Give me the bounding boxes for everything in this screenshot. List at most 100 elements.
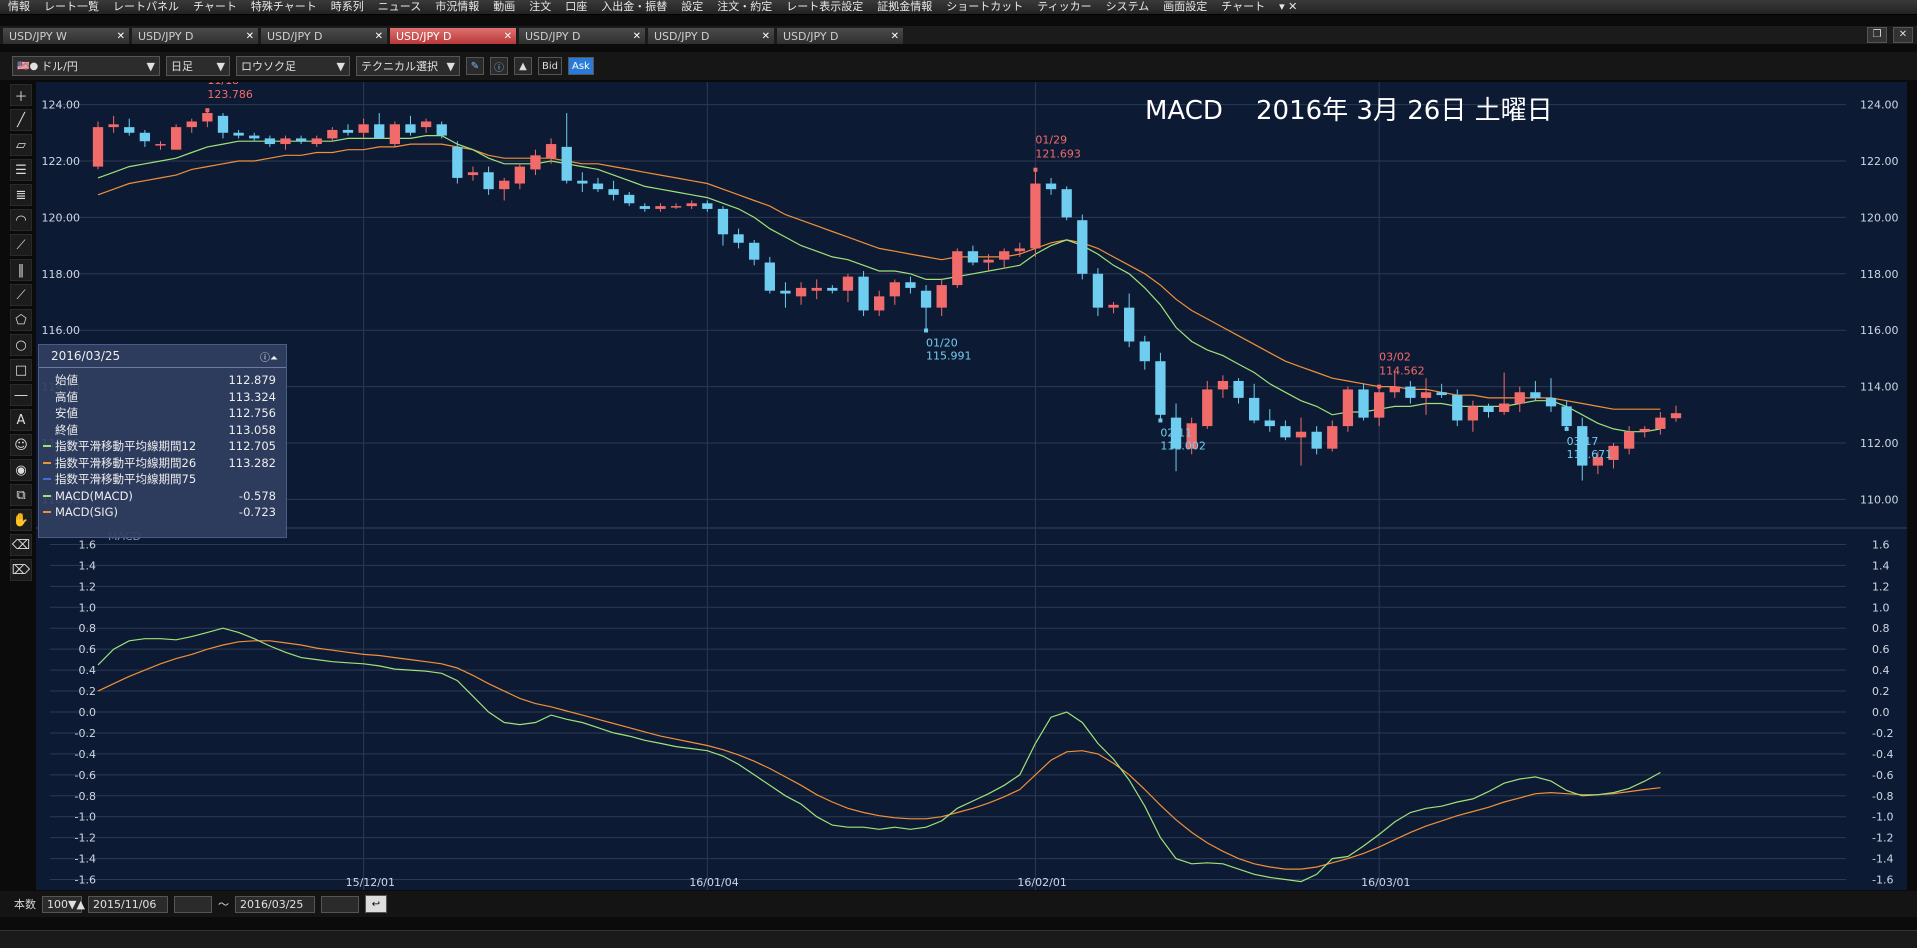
status-bar xyxy=(0,930,1917,948)
area-chart-icon[interactable]: ▲ xyxy=(514,57,532,75)
close-window-icon[interactable]: ✕ xyxy=(1893,27,1913,43)
chart-tab[interactable]: USD/JPY D ✕ xyxy=(132,28,258,44)
menu-item[interactable]: 情報 xyxy=(0,0,36,14)
ask-button[interactable]: Ask xyxy=(568,57,594,75)
candle-body xyxy=(717,208,729,235)
menu-more-icon[interactable]: ▾ ✕ xyxy=(1271,0,1303,14)
menu-item[interactable]: 時系列 xyxy=(323,0,370,14)
line-icon[interactable]: ― xyxy=(10,384,32,406)
currency-pair-select[interactable]: 🇺🇸● ドル/円 ▼ xyxy=(12,56,160,76)
menu-item[interactable]: 入出金・振替 xyxy=(593,0,673,14)
gann-icon[interactable]: ⟋ xyxy=(10,284,32,306)
horizontal-lines-icon[interactable]: ☰ xyxy=(10,159,32,181)
candle-body xyxy=(1327,426,1338,449)
menu-item[interactable]: チャート xyxy=(1213,0,1271,14)
candle-body xyxy=(311,138,322,145)
technical-select[interactable]: テクニカル選択 ▼ xyxy=(356,56,460,76)
chart-tab[interactable]: USD/JPY D ✕ xyxy=(777,28,903,44)
date-tick-label: 15/12/01 xyxy=(346,876,395,889)
eraser-all-icon[interactable]: ⌦ xyxy=(10,559,32,581)
chevron-down-icon[interactable]: ▼▲ xyxy=(68,898,85,911)
menu-item[interactable]: ショートカット xyxy=(938,0,1029,14)
candle-body xyxy=(686,203,697,207)
macd-tick-left: -0.8 xyxy=(75,790,96,803)
candle-body xyxy=(827,287,838,291)
trendline-icon[interactable]: ╱ xyxy=(10,109,32,131)
period-select[interactable]: 日足 ▼ xyxy=(166,56,230,76)
range-bar: 本数 100 ▼▲ 2015/11/06 ～ 2016/03/25 ↩ xyxy=(0,891,1917,917)
chart-tab[interactable]: USD/JPY D ✕ xyxy=(261,28,387,44)
info-row: 指数平滑移動平均線期間12 112.705 xyxy=(39,438,286,455)
menu-item[interactable]: 動画 xyxy=(485,0,521,14)
fan-icon[interactable]: ⟋ xyxy=(10,234,32,256)
menu-item[interactable]: 設定 xyxy=(673,0,709,14)
menu-item[interactable]: 特殊チャート xyxy=(243,0,323,14)
candle-body xyxy=(1202,389,1213,427)
close-tab-icon[interactable]: ✕ xyxy=(375,31,383,42)
candle-body xyxy=(1155,361,1166,415)
fibonacci-icon[interactable]: ≣ xyxy=(10,184,32,206)
annotation-date: 01/29 xyxy=(1035,134,1067,147)
emoji-icon[interactable]: ☺ xyxy=(10,434,32,456)
copy-icon[interactable]: ⧉ xyxy=(10,484,32,506)
menu-item[interactable]: 画面設定 xyxy=(1155,0,1213,14)
menu-item[interactable]: ニュース xyxy=(370,0,427,14)
candle-body xyxy=(1311,431,1322,449)
to-time-field[interactable] xyxy=(321,895,359,913)
to-date-field[interactable]: 2016/03/25 xyxy=(235,895,315,913)
menu-item[interactable]: 口座 xyxy=(557,0,593,14)
chart-tab[interactable]: USD/JPY D ✕ xyxy=(390,28,516,44)
crosshair-icon[interactable]: ＋ xyxy=(10,84,32,106)
eraser-icon[interactable]: ⌫ xyxy=(10,534,32,556)
candle-body xyxy=(1295,431,1307,438)
info-icon[interactable]: ⓘ xyxy=(490,57,508,75)
restore-window-icon[interactable]: ❐ xyxy=(1867,27,1887,43)
menu-item[interactable]: システム xyxy=(1098,0,1156,14)
chart-tab[interactable]: USD/JPY D ✕ xyxy=(519,28,645,44)
vertical-lines-icon[interactable]: ‖ xyxy=(10,259,32,281)
candle-body xyxy=(1639,428,1650,432)
close-tab-icon[interactable]: ✕ xyxy=(246,31,254,42)
chart-type-select[interactable]: ロウソク足 ▼ xyxy=(236,56,350,76)
close-tab-icon[interactable]: ✕ xyxy=(633,31,641,42)
info-collapse-icon[interactable]: ⓘ⏶ xyxy=(260,349,278,364)
window-buttons: ❐ ✕ xyxy=(1867,27,1913,43)
bid-button[interactable]: Bid xyxy=(538,57,562,75)
price-tick-right: 122.00 xyxy=(1860,155,1899,168)
menu-item[interactable]: レート一覧 xyxy=(36,0,105,14)
menu-item[interactable]: 注文 xyxy=(521,0,557,14)
hand-icon[interactable]: ✋ xyxy=(10,509,32,531)
chart-svg[interactable]: 124.00 124.00 122.00 122.00 120.00 120.00 118.… xyxy=(36,82,1907,890)
refresh-icon[interactable]: ↩ xyxy=(365,895,387,913)
arc-icon[interactable]: ◠ xyxy=(10,209,32,231)
candle-body xyxy=(577,180,588,184)
menu-item[interactable]: レートパネル xyxy=(105,0,185,14)
candle-body xyxy=(608,189,619,195)
menu-item[interactable]: 注文・約定 xyxy=(709,0,778,14)
pen-icon[interactable]: ✎ xyxy=(466,57,484,75)
chart-tab[interactable]: USD/JPY D ✕ xyxy=(648,28,774,44)
close-tab-icon[interactable]: ✕ xyxy=(117,31,125,42)
chart-tab[interactable]: USD/JPY W ✕ xyxy=(3,28,129,44)
circle-icon[interactable]: ○ xyxy=(10,334,32,356)
menu-item[interactable]: ティッカー xyxy=(1029,0,1097,14)
close-tab-icon[interactable]: ✕ xyxy=(504,31,512,42)
pentagon-icon[interactable]: ⬠ xyxy=(10,309,32,331)
technical-value: テクニカル選択 xyxy=(361,60,438,73)
menu-item[interactable]: チャート xyxy=(185,0,243,14)
close-tab-icon[interactable]: ✕ xyxy=(891,31,899,42)
close-tab-icon[interactable]: ✕ xyxy=(762,31,770,42)
from-time-field[interactable] xyxy=(174,895,212,913)
text-icon[interactable]: A xyxy=(10,409,32,431)
rectangle-icon[interactable]: □ xyxy=(10,359,32,381)
ruler-icon[interactable]: ▱ xyxy=(10,134,32,156)
from-date-field[interactable]: 2015/11/06 xyxy=(88,895,168,913)
chart-area[interactable]: 124.00 124.00 122.00 122.00 120.00 120.00 118.… xyxy=(36,82,1907,890)
cursor-icon[interactable]: ◉ xyxy=(10,459,32,481)
menu-item[interactable]: 市況情報 xyxy=(427,0,485,14)
menu-item[interactable]: レート表示設定 xyxy=(778,0,869,14)
menu-item[interactable]: 証拠金情報 xyxy=(869,0,938,14)
info-label-text: 終値 xyxy=(55,422,78,437)
bar-count-stepper[interactable]: 100 ▼▲ xyxy=(42,895,85,913)
candle-body xyxy=(358,124,369,133)
